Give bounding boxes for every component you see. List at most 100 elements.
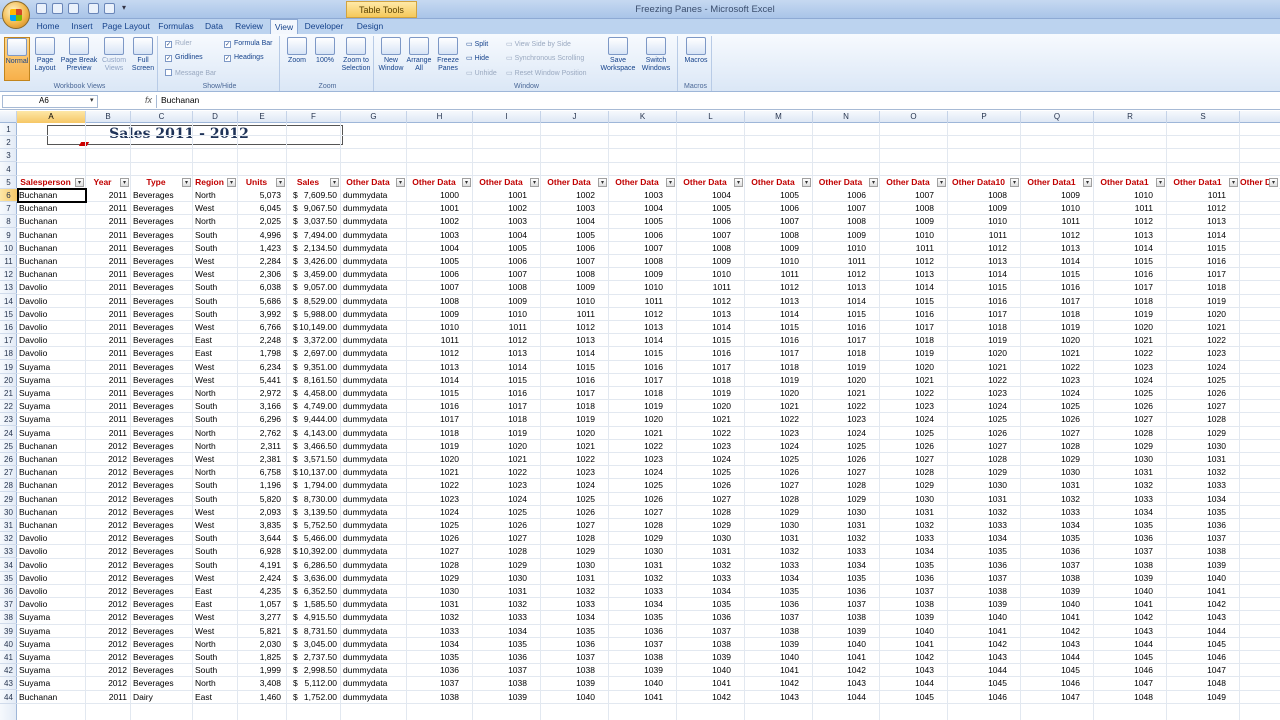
cell-other-value[interactable]: 1021 — [407, 466, 459, 479]
cell-sales[interactable]: 3,139.50 — [299, 506, 337, 519]
cell-other-value[interactable]: 1020 — [1021, 334, 1080, 347]
cell-sales[interactable]: 9,444.00 — [299, 413, 337, 426]
cell-other-data[interactable]: dummydata — [341, 321, 407, 334]
filter-dropdown-icon[interactable]: ▾ — [396, 178, 405, 187]
cell-other-value[interactable]: 1008 — [609, 255, 663, 268]
cell-other-data[interactable]: dummydata — [341, 334, 407, 347]
cell-type[interactable]: Beverages — [131, 545, 193, 558]
cell-other-value[interactable]: 1032 — [473, 598, 527, 611]
cell-other-value[interactable]: 1022 — [745, 413, 799, 426]
cell-other-value[interactable]: 1019 — [1167, 295, 1226, 308]
cell-units[interactable]: 4,235 — [238, 585, 281, 598]
cell-salesperson[interactable]: Buchanan — [17, 479, 86, 492]
cell-other-value[interactable]: 1035 — [407, 651, 459, 664]
cell-other-value[interactable]: 1033 — [948, 519, 1007, 532]
cell-other-value[interactable]: 1028 — [609, 519, 663, 532]
cell-year[interactable]: 2011 — [86, 413, 127, 426]
cell-other-value[interactable]: 1044 — [948, 664, 1007, 677]
cell-other-value[interactable]: 1023 — [948, 387, 1007, 400]
cell-other-value[interactable]: 1035 — [677, 598, 731, 611]
row-header-44[interactable]: 44 — [0, 691, 17, 704]
column-header-d[interactable]: D — [193, 111, 238, 123]
cell-units[interactable]: 6,038 — [238, 281, 281, 294]
cell-other-value[interactable]: 1028 — [745, 493, 799, 506]
cell-other-data[interactable]: dummydata — [341, 202, 407, 215]
cell-units[interactable]: 6,296 — [238, 413, 281, 426]
cell-region[interactable]: South — [193, 295, 238, 308]
cell-other-value[interactable]: 1030 — [745, 519, 799, 532]
cell-other-value[interactable]: 1033 — [677, 572, 731, 585]
cell-other-value[interactable]: 1037 — [473, 664, 527, 677]
cell-other-value[interactable]: 1008 — [813, 215, 866, 228]
cell-other-value[interactable]: 1043 — [880, 664, 934, 677]
cell-other-data[interactable]: dummydata — [341, 295, 407, 308]
cell-units[interactable]: 4,996 — [238, 229, 281, 242]
cell-type[interactable]: Beverages — [131, 572, 193, 585]
cell-other-value[interactable]: 1006 — [609, 229, 663, 242]
cell-other-value[interactable]: 1035 — [745, 585, 799, 598]
cell-other-value[interactable]: 1033 — [745, 559, 799, 572]
normal-button[interactable]: Normal — [4, 37, 30, 81]
cell-other-data[interactable]: dummydata — [341, 572, 407, 585]
cell-other-data[interactable]: dummydata — [341, 691, 407, 704]
cell-other-value[interactable]: 1045 — [948, 677, 1007, 690]
cell-other-value[interactable]: 1018 — [609, 387, 663, 400]
cell-other-value[interactable]: 1014 — [677, 321, 731, 334]
cell-year[interactable]: 2012 — [86, 532, 127, 545]
cell-year[interactable]: 2011 — [86, 691, 127, 704]
cell-other-value[interactable]: 1022 — [1021, 361, 1080, 374]
cell-other-value[interactable]: 1046 — [948, 691, 1007, 704]
filter-dropdown-icon[interactable]: ▾ — [869, 178, 878, 187]
row-header-31[interactable]: 31 — [0, 519, 17, 532]
cell-other-value[interactable]: 1029 — [1167, 427, 1226, 440]
cell-other-value[interactable]: 1043 — [1094, 625, 1153, 638]
cell-other-value[interactable]: 1041 — [1167, 585, 1226, 598]
unhide-button[interactable]: ▭ Unhide — [466, 69, 497, 77]
cell-other-value[interactable]: 1007 — [473, 268, 527, 281]
cell-type[interactable]: Beverages — [131, 638, 193, 651]
cell-other-value[interactable]: 1009 — [541, 281, 595, 294]
cell-other-value[interactable]: 1035 — [1021, 532, 1080, 545]
cell-other-value[interactable]: 1019 — [880, 347, 934, 360]
cell-sales[interactable]: 3,045.00 — [299, 638, 337, 651]
cell-other-value[interactable]: 1007 — [677, 229, 731, 242]
cell-units[interactable]: 4,191 — [238, 559, 281, 572]
cell-region[interactable]: South — [193, 281, 238, 294]
cell-other-value[interactable]: 1034 — [813, 559, 866, 572]
formula-input[interactable]: Buchanan — [156, 95, 1276, 108]
cell-other-value[interactable]: 1036 — [1021, 545, 1080, 558]
filter-dropdown-icon[interactable]: ▾ — [1083, 178, 1092, 187]
cell-other-value[interactable]: 1006 — [541, 242, 595, 255]
cell-sales[interactable]: 3,571.50 — [299, 453, 337, 466]
cell-other-value[interactable]: 1010 — [473, 308, 527, 321]
row-header-1[interactable]: 1 — [0, 123, 17, 136]
cell-other-value[interactable]: 1046 — [1167, 651, 1226, 664]
cell-other-value[interactable]: 1017 — [1167, 268, 1226, 281]
cell-other-value[interactable]: 1015 — [1167, 242, 1226, 255]
column-header-b[interactable]: B — [86, 111, 131, 123]
cell-other-data[interactable]: dummydata — [341, 651, 407, 664]
cell-year[interactable]: 2012 — [86, 466, 127, 479]
cell-other-value[interactable]: 1015 — [745, 321, 799, 334]
cell-other-value[interactable]: 1014 — [1094, 242, 1153, 255]
cell-other-value[interactable]: 1029 — [677, 519, 731, 532]
cell-other-value[interactable]: 1014 — [407, 374, 459, 387]
reset-window-position-button[interactable]: ▭ Reset Window Position — [506, 69, 587, 77]
cell-other-value[interactable]: 1024 — [677, 453, 731, 466]
cell-type[interactable]: Beverages — [131, 611, 193, 624]
cell-type[interactable]: Beverages — [131, 321, 193, 334]
cell-sales[interactable]: 1,585.50 — [299, 598, 337, 611]
name-box[interactable]: A6 — [2, 95, 98, 108]
cell-units[interactable]: 3,835 — [238, 519, 281, 532]
cell-other-value[interactable]: 1019 — [745, 374, 799, 387]
cell-year[interactable]: 2011 — [86, 295, 127, 308]
row-header-5[interactable]: 5 — [0, 176, 17, 189]
cell-other-value[interactable]: 1039 — [473, 691, 527, 704]
row-header-37[interactable]: 37 — [0, 598, 17, 611]
cell-other-value[interactable]: 1016 — [541, 374, 595, 387]
cell-other-value[interactable]: 1015 — [677, 334, 731, 347]
cell-other-value[interactable]: 1040 — [1167, 572, 1226, 585]
cell-region[interactable]: North — [193, 440, 238, 453]
cell-other-value[interactable]: 1006 — [745, 202, 799, 215]
cell-units[interactable]: 2,025 — [238, 215, 281, 228]
